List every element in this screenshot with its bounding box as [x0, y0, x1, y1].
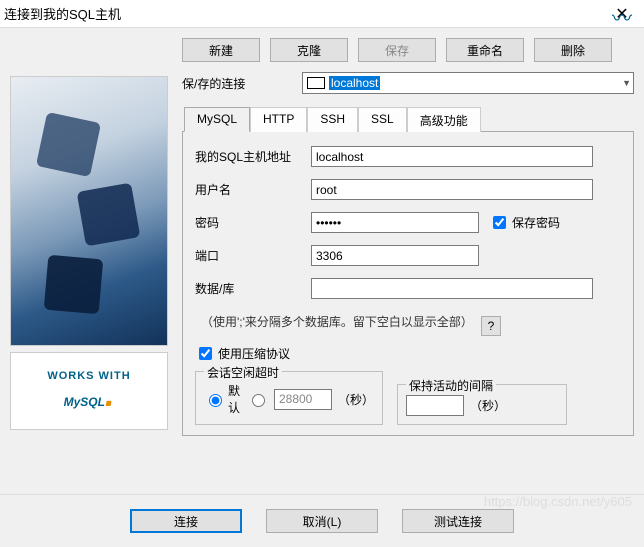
compress-checkbox[interactable]: 使用压缩协议 — [195, 344, 621, 363]
db-hint: （使用';'来分隔多个数据库。留下空白以显示全部） — [201, 313, 473, 330]
keepalive-title: 保持活动的间隔 — [406, 377, 496, 394]
keepalive-group: 保持活动的间隔 （秒） — [397, 384, 567, 425]
tab-bar: MySQL HTTP SSH SSL 高级功能 — [182, 106, 634, 132]
save-button: 保存 — [358, 38, 436, 62]
tab-advanced[interactable]: 高级功能 — [407, 107, 481, 132]
tab-ssl[interactable]: SSL — [358, 107, 407, 132]
keepalive-input[interactable] — [406, 395, 464, 416]
saved-conn-label: 保/存的连接 — [182, 75, 302, 92]
titlebar: 连接到我的SQL主机 ✕ — [0, 0, 644, 28]
color-swatch — [307, 77, 325, 89]
top-button-bar: 新建 克隆 保存 重命名 删除 — [182, 38, 634, 62]
port-input[interactable] — [311, 245, 479, 266]
connect-button[interactable]: 连接 — [130, 509, 242, 533]
user-input[interactable] — [311, 179, 593, 200]
save-pass-check[interactable] — [493, 216, 506, 229]
tab-body: 我的SQL主机地址 用户名 密码 保存密码 端口 数据/库 — [182, 132, 634, 436]
sidebar: 〰 WORKS WITH MySQL. — [10, 76, 170, 436]
chevron-down-icon: ▼ — [622, 78, 631, 88]
test-button[interactable]: 测试连接 — [402, 509, 514, 533]
mysql-logo: 〰 WORKS WITH MySQL. — [10, 352, 168, 430]
pass-input[interactable] — [311, 212, 479, 233]
tab-mysql[interactable]: MySQL — [184, 107, 250, 132]
dolphin-icon: 〰 — [612, 2, 632, 31]
idle-default-radio[interactable]: 默认 — [204, 382, 241, 416]
mysql-text: MySQL. — [64, 382, 115, 413]
user-label: 用户名 — [195, 181, 311, 198]
host-input[interactable] — [311, 146, 593, 167]
delete-button[interactable]: 删除 — [534, 38, 612, 62]
pass-label: 密码 — [195, 214, 311, 231]
idle-value-input[interactable] — [274, 389, 332, 410]
tab-ssh[interactable]: SSH — [307, 107, 358, 132]
new-button[interactable]: 新建 — [182, 38, 260, 62]
saved-conn-combo[interactable]: localhost ▼ — [302, 72, 634, 94]
db-input[interactable] — [311, 278, 593, 299]
compress-label: 使用压缩协议 — [218, 345, 290, 362]
keepalive-unit: （秒） — [470, 397, 506, 414]
cancel-button[interactable]: 取消(L) — [266, 509, 378, 533]
compress-check[interactable] — [199, 347, 212, 360]
footer: 连接 取消(L) 测试连接 — [0, 494, 644, 547]
clone-button[interactable]: 克隆 — [270, 38, 348, 62]
idle-custom-radio[interactable] — [247, 391, 268, 407]
idle-unit: （秒） — [338, 391, 374, 408]
save-pass-label: 保存密码 — [512, 214, 560, 231]
idle-group: 会话空闲超时 默认 （秒） — [195, 371, 383, 425]
saved-conn-value: localhost — [329, 76, 380, 90]
tab-http[interactable]: HTTP — [250, 107, 307, 132]
help-button[interactable]: ? — [481, 316, 501, 336]
host-label: 我的SQL主机地址 — [195, 148, 311, 165]
port-label: 端口 — [195, 247, 311, 264]
window-title: 连接到我的SQL主机 — [4, 4, 121, 23]
db-label: 数据/库 — [195, 280, 311, 297]
save-pass-checkbox[interactable]: 保存密码 — [489, 213, 560, 232]
rename-button[interactable]: 重命名 — [446, 38, 524, 62]
idle-title: 会话空闲超时 — [204, 364, 282, 381]
puzzle-image — [10, 76, 168, 346]
works-with-text: WORKS WITH — [47, 370, 130, 382]
